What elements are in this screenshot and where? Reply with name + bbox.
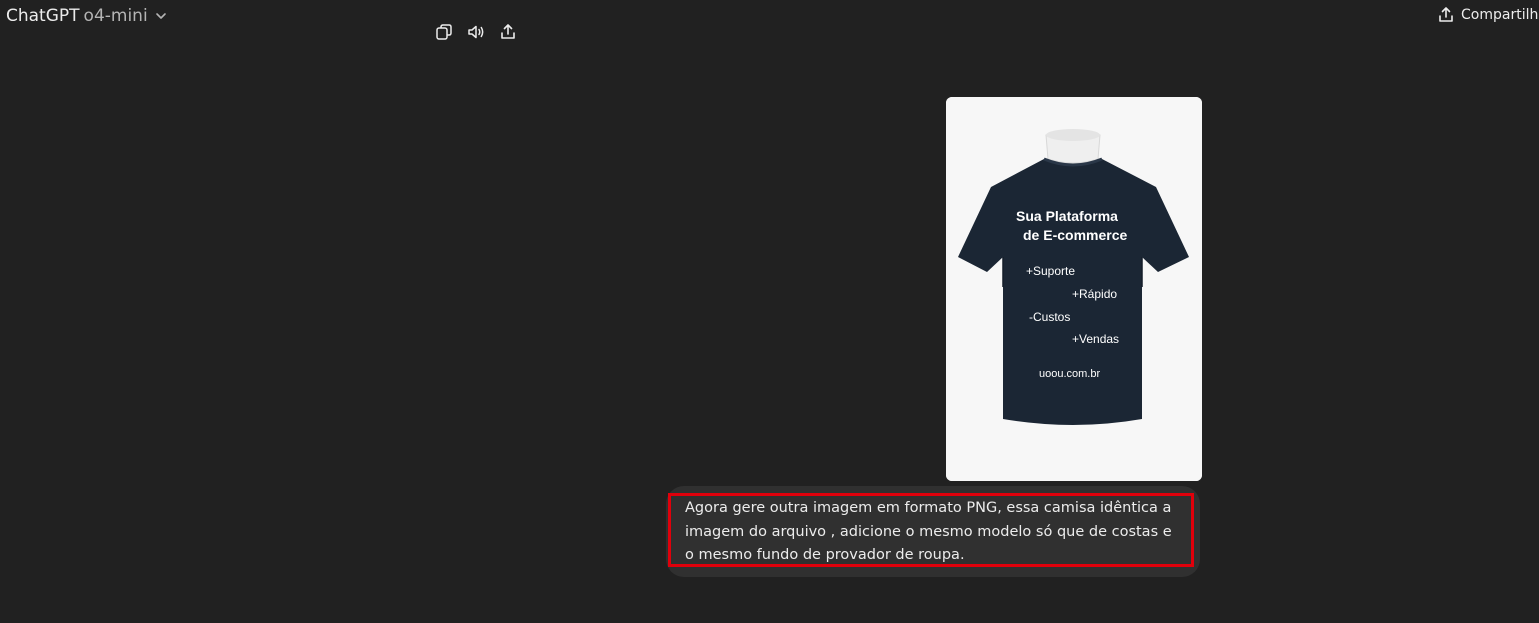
shirt-line-custos: -Custos — [1029, 310, 1071, 324]
model-label: o4-mini — [83, 6, 148, 26]
message-actions — [434, 22, 518, 42]
shirt-title-line1: Sua Plataforma — [1016, 208, 1118, 224]
copy-button[interactable] — [434, 22, 454, 42]
chevron-down-icon — [155, 13, 166, 19]
user-message-text: Agora gere outra imagem em formato PNG, … — [685, 500, 1172, 563]
read-aloud-button[interactable] — [466, 22, 486, 42]
shirt-url: uoou.com.br — [1039, 368, 1101, 380]
model-selector[interactable]: ChatGPT o4-mini — [6, 6, 168, 26]
copy-icon — [436, 24, 452, 40]
brand-label: ChatGPT — [6, 6, 80, 26]
share-message-button[interactable] — [498, 22, 518, 42]
shirt-title-line2: de E-commerce — [1023, 227, 1128, 243]
share-button[interactable]: Compartilha — [1437, 6, 1539, 24]
share-icon — [1439, 7, 1453, 22]
attached-image[interactable]: Sua Plataforma de E-commerce +Suporte +R… — [946, 97, 1202, 481]
shirt-line-rapido: +Rápido — [1072, 287, 1118, 301]
shirt-line-suporte: +Suporte — [1026, 264, 1076, 278]
share-icon — [501, 24, 515, 39]
shirt-line-vendas: +Vendas — [1072, 332, 1120, 346]
top-bar: ChatGPT o4-mini Compartilha — [0, 0, 1539, 34]
read-aloud-icon — [468, 25, 484, 39]
share-label: Compartilha — [1461, 7, 1539, 23]
